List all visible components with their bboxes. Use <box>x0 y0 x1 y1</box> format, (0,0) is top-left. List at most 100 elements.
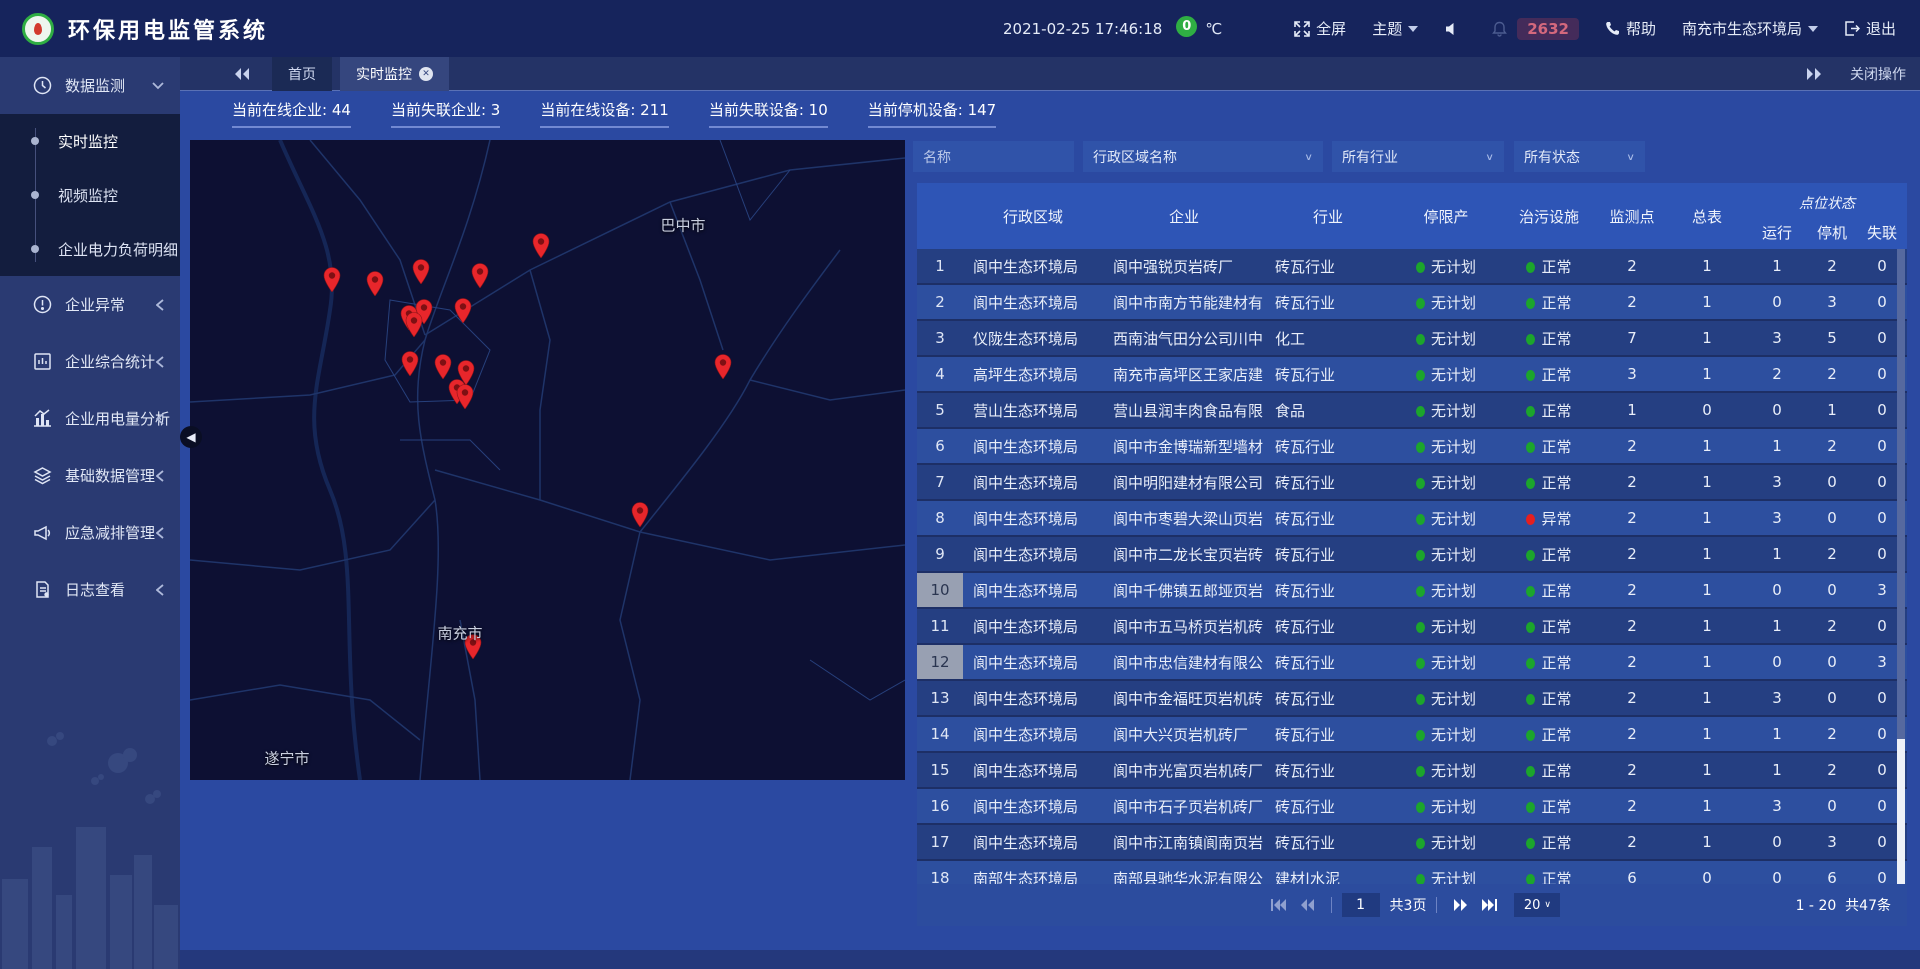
cell-meter-count: 1 <box>1667 581 1747 599</box>
table-row[interactable]: 14阆中生态环境局阆中大兴页岩机砖厂砖瓦行业无计划正常21120 <box>917 717 1907 753</box>
cell-stop-count: 2 <box>1807 761 1857 779</box>
stat-item-3: 当前失联设备: 10 <box>709 99 828 128</box>
logout-button[interactable]: 退出 <box>1844 18 1896 39</box>
table-row[interactable]: 10阆中生态环境局阆中千佛镇五郎垭页岩砖瓦行业无计划正常21003 <box>917 573 1907 609</box>
green-dot-icon <box>1526 874 1535 885</box>
industry-select[interactable]: 所有行业∨ <box>1332 141 1504 172</box>
sidebar-collapse-handle[interactable]: ◀ <box>180 426 202 448</box>
cell-meter-count: 1 <box>1667 797 1747 815</box>
volume-button[interactable] <box>1444 22 1466 36</box>
green-dot-icon <box>1526 694 1535 705</box>
cell-monitor-count: 2 <box>1597 293 1667 311</box>
cell-facility-status: 正常 <box>1501 364 1597 385</box>
table-row[interactable]: 2阆中生态环境局阆中市南方节能建材有砖瓦行业无计划正常21030 <box>917 285 1907 321</box>
sidebar-item-label: 企业异常 <box>65 294 125 315</box>
table-row[interactable]: 15阆中生态环境局阆中市光富页岩机砖厂砖瓦行业无计划正常21120 <box>917 753 1907 789</box>
sidebar-subitem-1[interactable]: 视频监控 <box>0 168 180 222</box>
notification-button[interactable]: 2632 <box>1492 18 1579 40</box>
table-row[interactable]: 13阆中生态环境局阆中市金福旺页岩机砖砖瓦行业无计划正常21300 <box>917 681 1907 717</box>
fullscreen-button[interactable]: 全屏 <box>1294 18 1346 39</box>
last-page-button[interactable] <box>1482 899 1497 911</box>
row-index: 1 <box>917 249 963 283</box>
table-row[interactable]: 5营山生态环境局营山县润丰肉食品有限食品无计划正常10010 <box>917 393 1907 429</box>
table-row[interactable]: 17阆中生态环境局阆中市江南镇阆南页岩砖瓦行业无计划正常21030 <box>917 825 1907 861</box>
cell-meter-count: 1 <box>1667 509 1747 527</box>
chevron-left-icon <box>156 413 164 425</box>
table-scrollbar[interactable] <box>1897 249 1905 884</box>
tab-scroll-left-button[interactable] <box>234 67 250 81</box>
cell-run-count: 1 <box>1747 617 1807 635</box>
sidebar-item-2[interactable]: 企业综合统计 <box>0 333 180 390</box>
page-number-input[interactable]: 1 <box>1342 893 1380 917</box>
sidebar-menu: 数据监测实时监控视频监控企业电力负荷明细企业异常企业综合统计企业用电量分析基础数… <box>0 57 180 618</box>
help-button[interactable]: 帮助 <box>1605 18 1656 39</box>
table-row[interactable]: 16阆中生态环境局阆中市石子页岩机砖厂砖瓦行业无计划正常21300 <box>917 789 1907 825</box>
map-pin[interactable] <box>531 232 551 258</box>
sidebar: 数据监测实时监控视频监控企业电力负荷明细企业异常企业综合统计企业用电量分析基础数… <box>0 57 180 969</box>
close-operations-button[interactable]: 关闭操作 <box>1850 64 1906 84</box>
first-page-button[interactable] <box>1271 899 1286 911</box>
sidebar-item-5[interactable]: 应急减排管理 <box>0 504 180 561</box>
sidebar-subitem-0[interactable]: 实时监控 <box>0 114 180 168</box>
cell-stop-count: 0 <box>1807 653 1857 671</box>
table-row[interactable]: 1阆中生态环境局阆中强锐页岩砖厂砖瓦行业无计划正常21120 <box>917 249 1907 285</box>
cell-company: 阆中市金博瑞新型墙材 <box>1103 436 1265 457</box>
map-pin[interactable] <box>455 383 475 409</box>
theme-menu[interactable]: 主题 <box>1372 18 1418 39</box>
map-pin[interactable] <box>365 270 385 296</box>
cell-run-count: 1 <box>1747 257 1807 275</box>
map-pin[interactable] <box>713 353 733 379</box>
sidebar-item-0[interactable]: 数据监测 <box>0 57 180 114</box>
sidebar-item-label: 企业综合统计 <box>65 351 155 372</box>
sidebar-item-6[interactable]: 日志查看 <box>0 561 180 618</box>
map-pin[interactable] <box>411 258 431 284</box>
tab-home[interactable]: 首页 <box>272 57 332 91</box>
map-pin[interactable] <box>322 266 342 292</box>
green-dot-icon <box>1416 766 1425 777</box>
table-row[interactable]: 18南部生态环境局南部县驰华水泥有限公建材|水泥无计划正常60060 <box>917 861 1907 884</box>
prev-page-button[interactable] <box>1300 899 1314 911</box>
cell-facility-status: 异常 <box>1501 508 1597 529</box>
cell-facility-status: 正常 <box>1501 328 1597 349</box>
cell-monitor-count: 1 <box>1597 401 1667 419</box>
logout-icon <box>1844 21 1860 36</box>
map-pin[interactable] <box>400 350 420 376</box>
next-page-button[interactable] <box>1454 899 1468 911</box>
region-select[interactable]: 行政区域名称∨ <box>1083 141 1323 172</box>
pagination-bar: 1 共3页 20∨ 1 - 20 共47条 <box>917 884 1907 926</box>
table-row[interactable]: 3仪陇生态环境局西南油气田分公司川中化工无计划正常71350 <box>917 321 1907 357</box>
cell-stop-count: 5 <box>1807 329 1857 347</box>
table-row[interactable]: 6阆中生态环境局阆中市金博瑞新型墙材砖瓦行业无计划正常21120 <box>917 429 1907 465</box>
map-pin[interactable] <box>433 353 453 379</box>
sidebar-subitem-2[interactable]: 企业电力负荷明细 <box>0 222 180 276</box>
sidebar-item-4[interactable]: 基础数据管理 <box>0 447 180 504</box>
scrollbar-thumb[interactable] <box>1897 739 1905 884</box>
map-pin[interactable] <box>470 262 490 288</box>
table-row[interactable]: 7阆中生态环境局阆中明阳建材有限公司砖瓦行业无计划正常21300 <box>917 465 1907 501</box>
status-select[interactable]: 所有状态∨ <box>1514 141 1645 172</box>
cell-industry: 化工 <box>1265 328 1391 349</box>
map-pin[interactable] <box>630 501 650 527</box>
table-row[interactable]: 12阆中生态环境局阆中市忠信建材有限公砖瓦行业无计划正常21003 <box>917 645 1907 681</box>
table-row[interactable]: 11阆中生态环境局阆中市五马桥页岩机砖砖瓦行业无计划正常21120 <box>917 609 1907 645</box>
sidebar-item-3[interactable]: 企业用电量分析 <box>0 390 180 447</box>
tab-close-icon[interactable]: ✕ <box>419 67 433 81</box>
cell-company: 阆中市江南镇阆南页岩 <box>1103 832 1265 853</box>
tab-scroll-right-button[interactable] <box>1806 67 1822 81</box>
cell-stop-count: 1 <box>1807 401 1857 419</box>
tab-realtime-monitor[interactable]: 实时监控 ✕ <box>340 57 449 91</box>
map-pin[interactable] <box>404 311 424 337</box>
map-canvas[interactable]: 巴中市南充市遂宁市 <box>190 140 905 780</box>
table-row[interactable]: 4高坪生态环境局南充市高坪区王家店建砖瓦行业无计划正常31220 <box>917 357 1907 393</box>
cell-monitor-count: 6 <box>1597 869 1667 884</box>
name-search-input[interactable]: 名称 <box>913 141 1074 172</box>
page-size-select[interactable]: 20∨ <box>1514 893 1560 917</box>
table-row[interactable]: 8阆中生态环境局阆中市枣碧大梁山页岩砖瓦行业无计划异常21300 <box>917 501 1907 537</box>
sidebar-item-1[interactable]: 企业异常 <box>0 276 180 333</box>
green-dot-icon <box>1416 874 1425 885</box>
cell-region: 阆中生态环境局 <box>963 472 1103 493</box>
table-row[interactable]: 9阆中生态环境局阆中市二龙长宝页岩砖砖瓦行业无计划正常21120 <box>917 537 1907 573</box>
org-menu[interactable]: 南充市生态环境局 <box>1682 18 1818 39</box>
map-pin[interactable] <box>453 297 473 323</box>
cell-facility-status: 正常 <box>1501 436 1597 457</box>
